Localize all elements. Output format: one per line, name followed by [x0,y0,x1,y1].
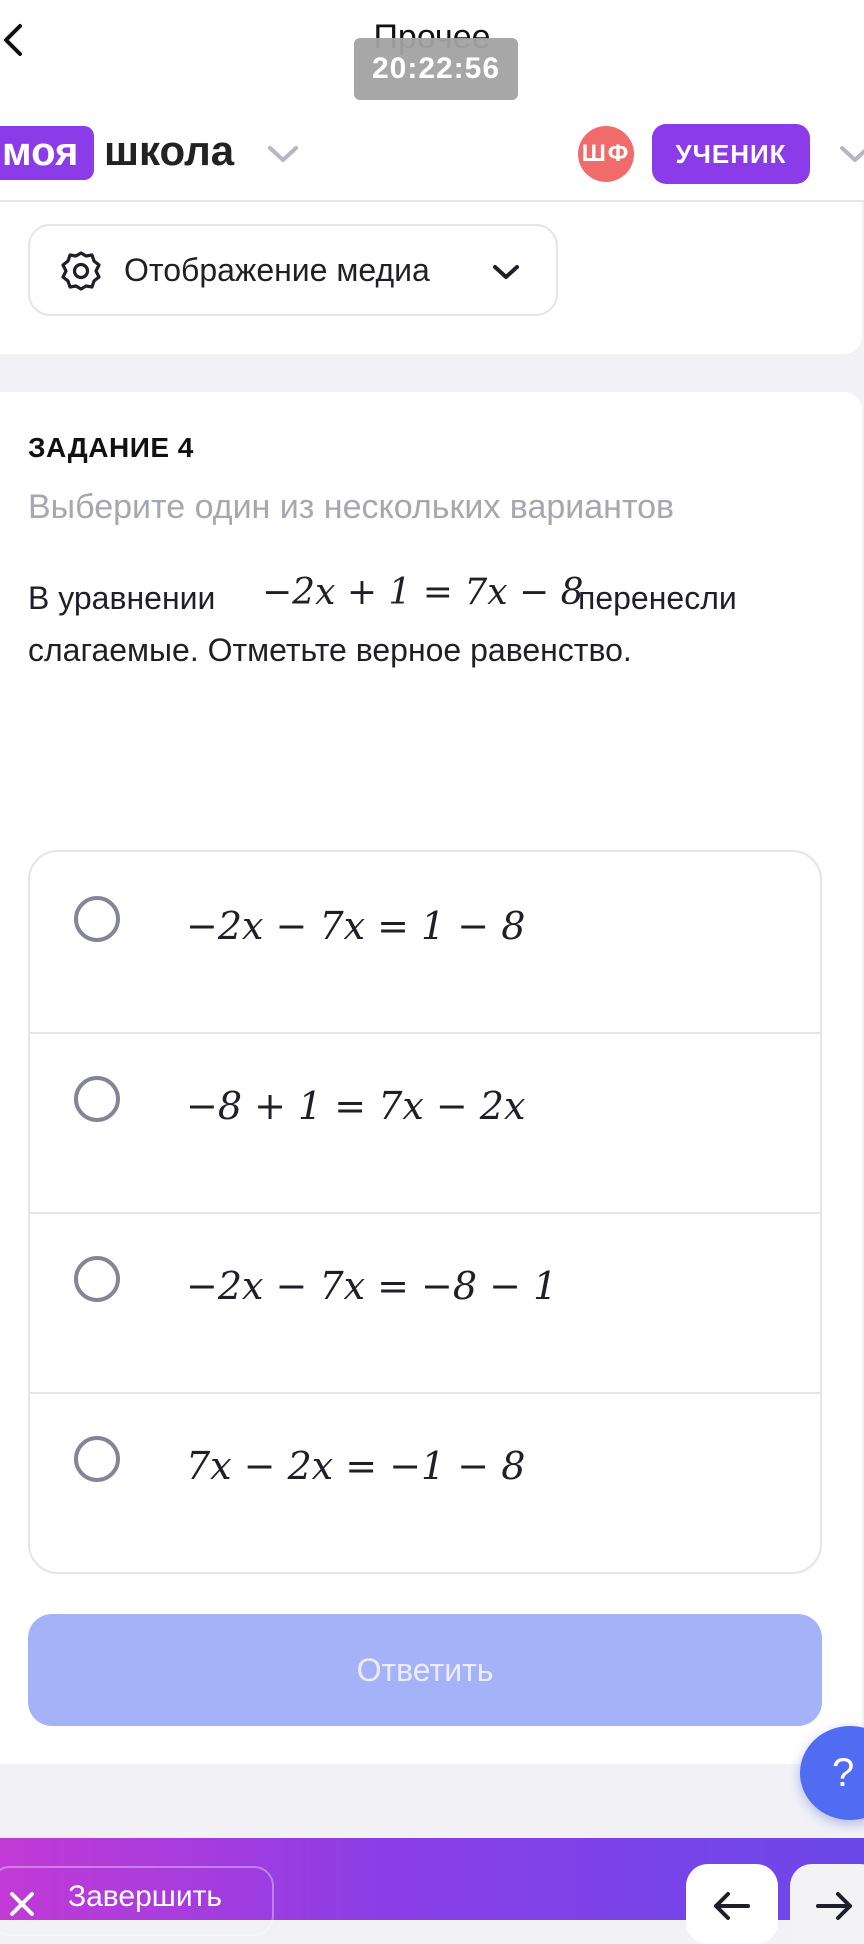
option-expression: −8 + 1 = 7x − 2x [186,1084,526,1128]
radio-button[interactable] [74,1436,120,1482]
option-1[interactable]: −2x − 7x = 1 − 8 [30,852,820,1032]
option-expression: −2x − 7x = −8 − 1 [186,1264,558,1308]
close-icon [8,1890,36,1918]
avatar[interactable]: ШФ [578,126,634,182]
radio-button[interactable] [74,896,120,942]
option-3[interactable]: −2x − 7x = −8 − 1 [30,1214,820,1394]
next-button[interactable] [790,1864,864,1944]
option-4[interactable]: 7x − 2x = −1 − 8 [30,1394,820,1572]
chevron-down-icon[interactable] [838,142,864,166]
option-expression: −2x − 7x = 1 − 8 [186,904,526,948]
option-2[interactable]: −8 + 1 = 7x − 2x [30,1034,820,1214]
task-title: ЗАДАНИЕ 4 [28,432,194,463]
arrow-right-icon [812,1886,858,1926]
chevron-down-icon [490,262,522,282]
option-expression: 7x − 2x = −1 − 8 [186,1444,526,1488]
timer-badge: 20:22:56 [354,38,518,100]
answer-button[interactable]: Ответить [28,1614,822,1726]
gear-icon [58,248,104,294]
chevron-down-icon[interactable] [266,142,300,166]
radio-button[interactable] [74,1076,120,1122]
role-button[interactable]: УЧЕНИК [652,124,810,184]
finish-label: Завершить [68,1880,222,1913]
question-line2: слагаемые. Отметьте верное равенство. [28,632,632,668]
answer-options: −2x − 7x = 1 − 8 −8 + 1 = 7x − 2x −2x − … [28,850,822,1574]
question-equation: −2x + 1 = 7x − 8 [262,572,584,613]
media-display-label: Отображение медиа [124,252,430,288]
arrow-left-icon [708,1886,754,1926]
logo-shkola: школа [104,127,235,174]
question-tail: перенесли [578,580,737,616]
logo-moya: моя [0,126,94,180]
task-subtitle: Выберите один из нескольких вариантов [28,488,675,526]
radio-button[interactable] [74,1256,120,1302]
prev-button[interactable] [686,1864,778,1944]
question-lead: В уравнении [28,580,216,616]
